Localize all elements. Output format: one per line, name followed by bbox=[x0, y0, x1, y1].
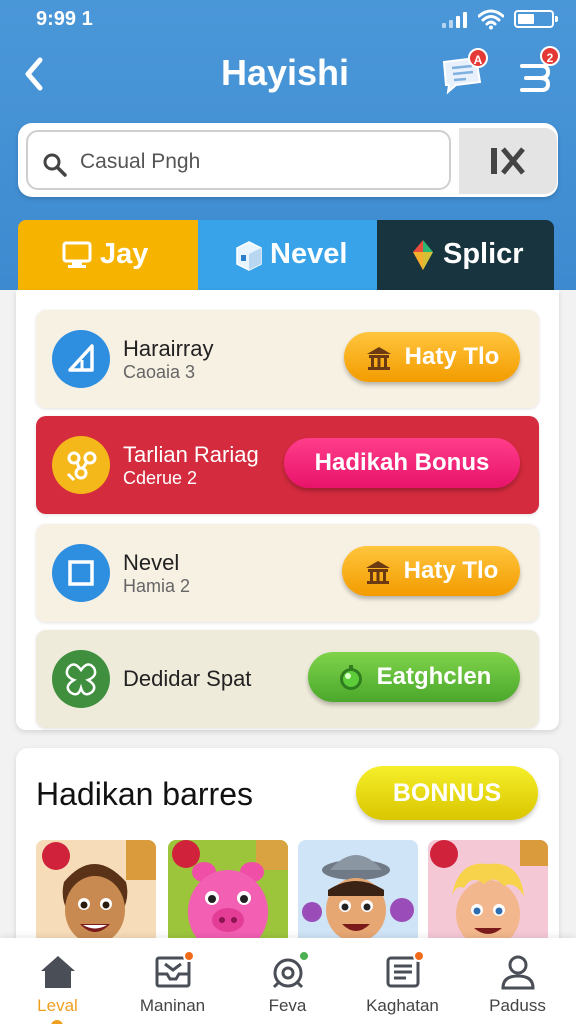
tab-play-label: Jay bbox=[100, 238, 149, 270]
temple-icon bbox=[365, 560, 390, 584]
section-title: Hadikan barres bbox=[36, 776, 253, 812]
home-icon bbox=[41, 956, 75, 988]
row-subtitle: Cderue 2 bbox=[123, 468, 198, 488]
play-button[interactable]: Haty Tlo bbox=[344, 332, 520, 382]
play-button-label: Haty Tlo bbox=[403, 557, 499, 584]
network-icon bbox=[52, 436, 110, 494]
game-list-panel: Harairray Caoaia 3 Haty Tlo Tarlian Rari… bbox=[16, 290, 559, 730]
tab-splicr[interactable]: Splicr bbox=[377, 220, 554, 290]
tab-novel[interactable]: Nevel bbox=[198, 220, 377, 290]
temple-icon bbox=[366, 346, 391, 370]
active-indicator bbox=[51, 1020, 63, 1024]
nav-item-feva[interactable]: Feva bbox=[230, 938, 345, 1024]
list-item[interactable]: Harairray Caoaia 3 Haty Tlo bbox=[36, 310, 539, 408]
search-input[interactable] bbox=[80, 142, 440, 182]
menu-button[interactable]: 2 bbox=[512, 46, 562, 96]
nav-item-paduss[interactable]: Paduss bbox=[460, 938, 575, 1024]
get-button-label: Eatghclen bbox=[376, 663, 492, 690]
row-subtitle: Caoaia 3 bbox=[123, 362, 196, 382]
category-tabs: Jay Nevel Splicr bbox=[18, 220, 554, 290]
clear-icon bbox=[491, 147, 525, 175]
search-field[interactable] bbox=[26, 130, 451, 190]
bonus-banner-button[interactable]: BONNUS bbox=[356, 766, 538, 820]
search-bar bbox=[18, 123, 558, 197]
tab-splicr-label: Splicr bbox=[443, 238, 524, 270]
signal-icon bbox=[442, 12, 468, 28]
square-icon bbox=[52, 544, 110, 602]
play-button-label: Haty Tlo bbox=[404, 343, 500, 370]
status-time: 9:99 1 bbox=[36, 8, 93, 30]
nav-item-level[interactable]: Leval bbox=[0, 938, 115, 1024]
monitor-icon bbox=[62, 241, 92, 268]
row-title: Harairray bbox=[123, 336, 214, 361]
row-subtitle: Hamia 2 bbox=[123, 576, 191, 596]
nav-label: Maninan bbox=[139, 996, 206, 1015]
chevron-left-icon bbox=[25, 57, 43, 91]
clover-icon bbox=[52, 650, 110, 708]
bonus-section: Hadikan barres BONNUS bbox=[16, 748, 559, 968]
notification-dot bbox=[298, 950, 310, 962]
battery-icon bbox=[514, 10, 558, 28]
get-button[interactable]: Eatghclen bbox=[308, 652, 520, 702]
tab-novel-label: Nevel bbox=[270, 238, 348, 270]
nav-label: Paduss bbox=[489, 996, 546, 1015]
wifi-icon bbox=[478, 9, 504, 30]
row-title: Nevel bbox=[123, 550, 180, 575]
clear-search-button[interactable] bbox=[459, 128, 557, 194]
messages-badge: A bbox=[468, 48, 488, 68]
list-item[interactable]: Dedidar Spat Eatghclen bbox=[36, 630, 539, 728]
orb-icon bbox=[339, 664, 362, 690]
kite-icon bbox=[413, 240, 433, 270]
menu-badge: 2 bbox=[540, 46, 560, 66]
list-item[interactable]: Nevel Hamia 2 Haty Tlo bbox=[36, 524, 539, 622]
notification-dot bbox=[183, 950, 195, 962]
triangle-icon bbox=[52, 330, 110, 388]
back-button[interactable] bbox=[18, 52, 54, 96]
tab-play[interactable]: Jay bbox=[18, 220, 198, 290]
messages-button[interactable]: A bbox=[440, 48, 490, 96]
status-bar: 9:99 1 bbox=[0, 0, 576, 40]
bonus-button-label: Hadikah Bonus bbox=[314, 449, 490, 476]
nav-label: Leval bbox=[37, 996, 78, 1015]
box-icon bbox=[236, 241, 262, 271]
row-title: Dedidar Spat bbox=[123, 666, 252, 691]
play-button[interactable]: Haty Tlo bbox=[342, 546, 520, 596]
row-title: Tarlian Rariag bbox=[123, 442, 259, 467]
bottom-nav: Leval Maninan Feva Kaghatan Paduss bbox=[0, 938, 576, 1024]
nav-label: Kaghatan bbox=[366, 996, 439, 1015]
nav-label: Feva bbox=[268, 996, 307, 1015]
page-title: Hayishi bbox=[220, 52, 350, 93]
bonus-button[interactable]: Hadikah Bonus bbox=[284, 438, 520, 488]
nav-item-maninan[interactable]: Maninan bbox=[115, 938, 230, 1024]
search-icon bbox=[43, 153, 67, 177]
notification-dot bbox=[413, 950, 425, 962]
list-item[interactable]: Tarlian Rariag Cderue 2 Hadikah Bonus bbox=[36, 416, 539, 514]
nav-item-kaghatan[interactable]: Kaghatan bbox=[345, 938, 460, 1024]
person-icon bbox=[501, 955, 535, 990]
